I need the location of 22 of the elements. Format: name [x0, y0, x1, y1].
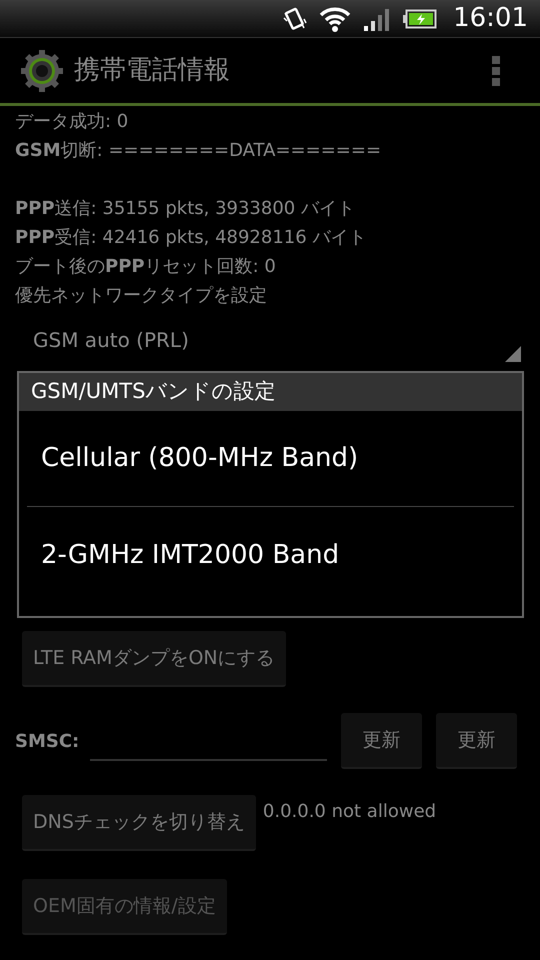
battery-icon	[403, 8, 438, 28]
network-type-dropdown[interactable]: GSM auto (PRL)	[15, 314, 525, 366]
clock: 16:01	[453, 2, 528, 35]
info-line: GSM切断: ========DATA=======	[15, 139, 382, 163]
update-button[interactable]: 更新	[436, 713, 517, 769]
app-title: 携帯電話情報	[74, 54, 231, 87]
info-line: ブート後のPPPリセット回数: 0	[15, 255, 277, 279]
dialog-title: GSM/UMTSバンドの設定	[19, 373, 522, 411]
dropdown-triangle-icon	[505, 346, 521, 362]
info-line: PPP受信: 42416 pkts, 48928116 バイト	[15, 226, 368, 250]
band-option[interactable]: 2-GMHz IMT2000 Band	[27, 507, 514, 603]
wifi-icon	[319, 6, 352, 32]
update-button[interactable]: 更新	[341, 713, 422, 769]
dns-check-button[interactable]: DNSチェックを切り替え	[22, 795, 256, 851]
info-line: 優先ネットワークタイプを設定	[15, 284, 268, 308]
lte-dump-button[interactable]: LTE RAMダンプをONにする	[22, 631, 286, 687]
gear-icon	[20, 48, 64, 92]
info-line: PPP送信: 35155 pkts, 3933800 バイト	[15, 197, 356, 221]
info-line: データ成功: 0	[15, 110, 130, 134]
band-option[interactable]: Cellular (800-MHz Band)	[27, 411, 514, 507]
smsc-label: SMSC:	[15, 730, 80, 754]
dns-status: 0.0.0.0 not allowed	[262, 800, 436, 824]
